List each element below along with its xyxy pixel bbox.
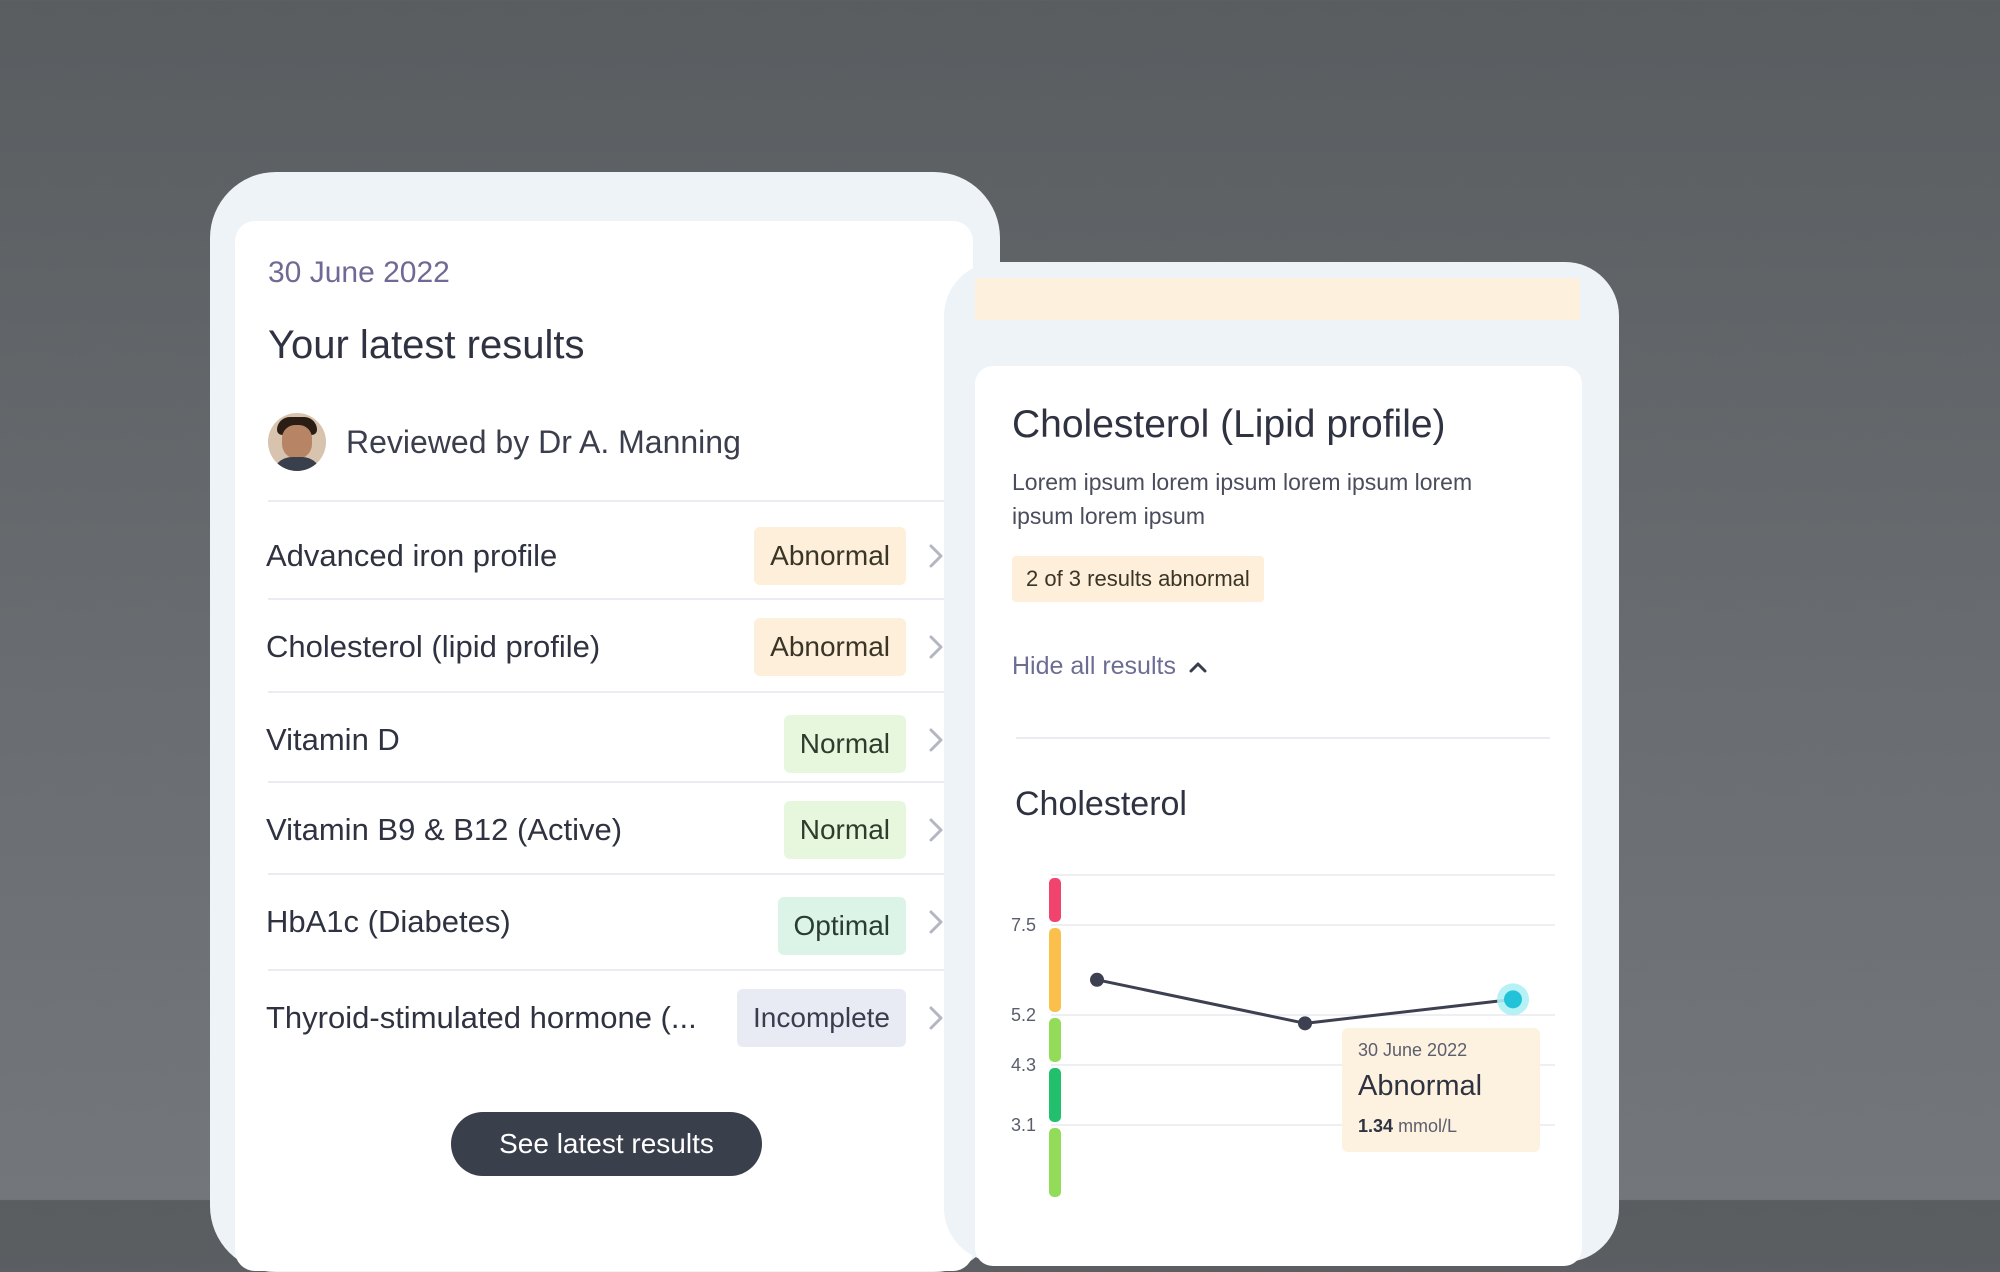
chevron-right-icon	[929, 635, 943, 659]
chart-title: Cholesterol	[1015, 785, 1187, 823]
reviewer: Reviewed by Dr A. Manning	[268, 412, 741, 472]
alert-banner	[975, 278, 1580, 320]
range-segment-optimal	[1049, 1068, 1061, 1122]
result-label: Cholesterol (lipid profile)	[266, 629, 601, 664]
divider	[268, 873, 944, 875]
status-badge: Normal	[783, 801, 906, 859]
chevron-right-icon	[929, 1006, 943, 1030]
divider	[268, 598, 944, 600]
chevron-right-icon	[929, 818, 943, 842]
status-badge: Abnormal	[754, 527, 906, 585]
result-label: Advanced iron profile	[266, 538, 558, 573]
abnormal-summary-badge: 2 of 3 results abnormal	[1012, 556, 1264, 602]
range-segment-very-high	[1049, 878, 1061, 922]
chevron-right-icon	[929, 544, 943, 568]
tooltip-unit: mmol/L	[1398, 1116, 1458, 1136]
divider	[268, 969, 944, 971]
y-tick-label: 5.2	[1011, 1005, 1036, 1025]
result-row-vitamin-b[interactable]: Vitamin B9 & B12 (Active) Normal	[266, 786, 946, 874]
detail-title: Cholesterol (Lipid profile)	[1012, 403, 1446, 446]
results-title: Your latest results	[268, 323, 585, 367]
toggle-label: Hide all results	[1012, 652, 1176, 680]
data-point	[1298, 1016, 1312, 1031]
tooltip-value-number: 1.34	[1358, 1116, 1394, 1136]
range-segment-high	[1049, 928, 1061, 1012]
avatar	[268, 413, 326, 471]
divider	[268, 500, 944, 502]
data-point	[1090, 972, 1104, 987]
chevron-right-icon	[929, 728, 943, 752]
status-badge: Optimal	[777, 896, 906, 955]
tooltip-status: Abnormal	[1358, 1070, 1483, 1102]
result-label: Vitamin D	[266, 722, 400, 757]
result-label: HbA1c (Diabetes)	[266, 904, 511, 939]
status-badge: Normal	[783, 714, 906, 773]
divider	[1016, 737, 1550, 739]
reviewer-label: Reviewed by Dr A. Manning	[346, 423, 741, 460]
y-tick-label: 3.1	[1011, 1115, 1036, 1135]
result-row-iron[interactable]: Advanced iron profile Abnormal	[266, 512, 946, 600]
result-row-cholesterol[interactable]: Cholesterol (lipid profile) Abnormal	[266, 603, 946, 691]
chevron-up-icon	[1189, 662, 1207, 672]
range-segment-borderline	[1049, 1018, 1061, 1062]
divider	[268, 691, 944, 693]
range-segment-low	[1049, 1128, 1061, 1197]
divider	[268, 781, 944, 783]
chevron-right-icon	[929, 910, 943, 934]
y-tick-label: 7.5	[1011, 915, 1036, 935]
data-point-tooltip: 30 June 2022 Abnormal 1.34 mmol/L	[1342, 1028, 1540, 1152]
status-badge: Incomplete	[737, 989, 906, 1047]
see-latest-results-button[interactable]: See latest results	[451, 1112, 762, 1176]
hide-all-results-toggle[interactable]: Hide all results	[1012, 652, 1208, 681]
result-label: Vitamin B9 & B12 (Active)	[266, 812, 623, 847]
results-date: 30 June 2022	[268, 256, 450, 289]
tooltip-value: 1.34 mmol/L	[1358, 1116, 1457, 1137]
result-row-vitamin-d[interactable]: Vitamin D Normal	[266, 696, 946, 784]
y-tick-label: 4.3	[1011, 1055, 1036, 1075]
result-row-hba1c[interactable]: HbA1c (Diabetes) Optimal	[266, 878, 946, 966]
detail-description: Lorem ipsum lorem ipsum lorem ipsum lore…	[1012, 469, 1473, 529]
result-label: Thyroid-stimulated hormone (...	[266, 1000, 697, 1035]
tooltip-date: 30 June 2022	[1358, 1040, 1468, 1060]
status-badge: Abnormal	[754, 618, 906, 676]
result-row-thyroid[interactable]: Thyroid-stimulated hormone (... Incomple…	[266, 974, 946, 1062]
data-point-highlighted	[1504, 990, 1522, 1009]
